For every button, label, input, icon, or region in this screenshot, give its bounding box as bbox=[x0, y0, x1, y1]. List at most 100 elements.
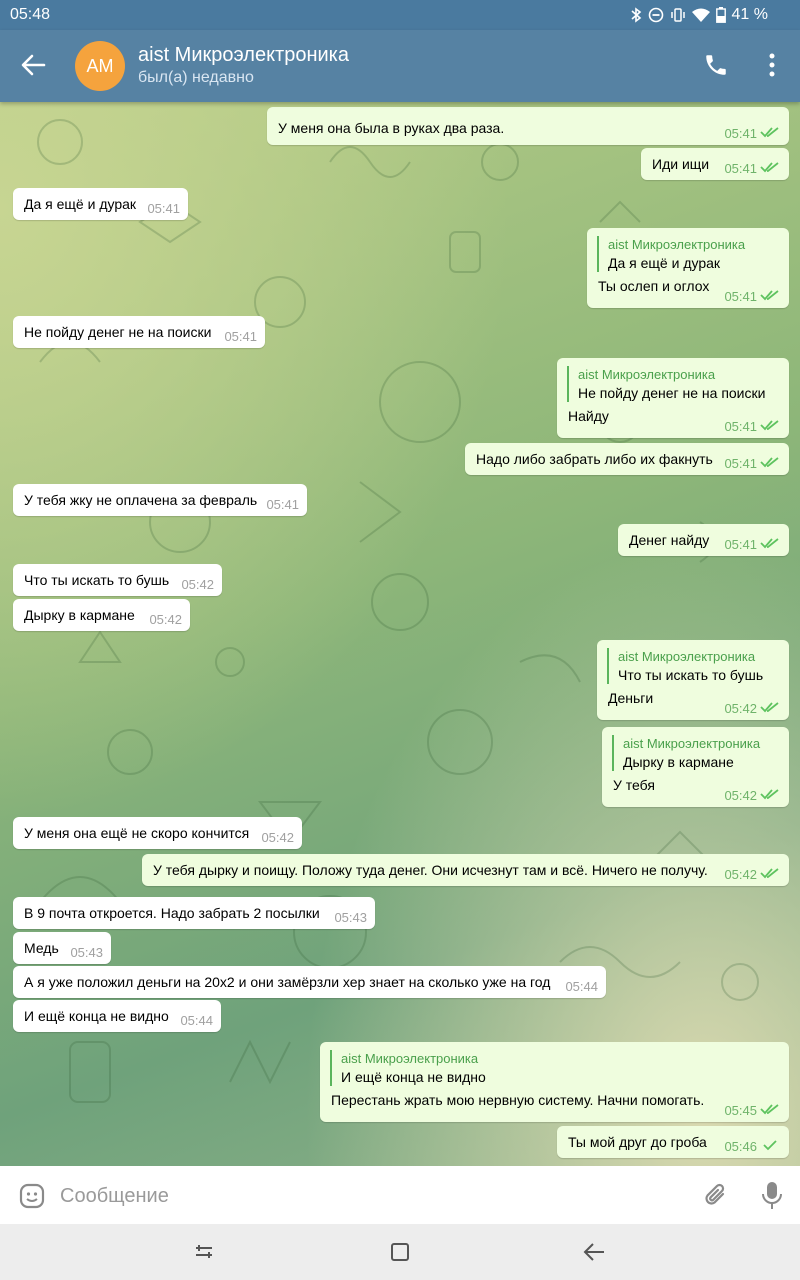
reply-quote[interactable]: aist Микроэлектроника Дырку в кармане bbox=[612, 735, 760, 771]
outgoing-message-bubble[interactable]: aist Микроэлектроника Да я ещё и дурак Ты … bbox=[587, 228, 789, 308]
message-input[interactable] bbox=[58, 1178, 682, 1214]
message-time: 05:41 bbox=[724, 289, 757, 304]
message-time: 05:46 bbox=[724, 1139, 757, 1154]
read-double-check-icon bbox=[760, 420, 779, 431]
more-vert-icon[interactable] bbox=[761, 52, 783, 78]
message-text: У меня она была в руках два раза. bbox=[278, 120, 505, 136]
message-time: 05:41 bbox=[724, 126, 757, 141]
message-time: 05:43 bbox=[70, 945, 103, 960]
reply-text: Что ты искать то бушь bbox=[618, 667, 764, 683]
message-time: 05:42 bbox=[181, 577, 214, 592]
chat-title[interactable]: aist Микроэлектроника bbox=[138, 44, 349, 67]
battery-icon bbox=[715, 7, 726, 23]
reply-text: Не пойду денег не на поиски bbox=[578, 385, 766, 401]
status-bar: 05:48 41 % bbox=[0, 0, 800, 30]
message-time: 05:43 bbox=[334, 910, 367, 925]
reply-quote[interactable]: aist Микроэлектроника Не пойду денег не н… bbox=[567, 366, 765, 402]
read-double-check-icon bbox=[760, 1104, 779, 1115]
bluetooth-icon bbox=[631, 7, 641, 23]
message-text: У тебя жку не оплачена за февраль bbox=[24, 492, 258, 508]
phone-icon[interactable] bbox=[703, 52, 729, 78]
wifi-icon bbox=[691, 8, 710, 22]
message-text: Найду bbox=[568, 408, 609, 424]
read-double-check-icon bbox=[760, 290, 779, 301]
message-time: 05:45 bbox=[724, 1103, 757, 1118]
message-text: Перестань жрать мою нервную систему. Нач… bbox=[331, 1092, 705, 1108]
home-icon[interactable] bbox=[389, 1241, 411, 1263]
message-text: У тебя bbox=[613, 777, 655, 793]
back-icon[interactable] bbox=[582, 1241, 606, 1263]
incoming-message-bubble[interactable]: И ещё конца не видно 05:44 bbox=[13, 1000, 221, 1032]
read-double-check-icon bbox=[760, 702, 779, 713]
message-text: В 9 почта откроется. Надо забрать 2 посы… bbox=[24, 905, 320, 921]
outgoing-message-bubble[interactable]: aist Микроэлектроника Что ты искать то бу… bbox=[597, 640, 789, 720]
message-text: Денег найду bbox=[629, 532, 710, 548]
incoming-message-bubble[interactable]: В 9 почта откроется. Надо забрать 2 посы… bbox=[13, 897, 375, 929]
message-time: 05:41 bbox=[147, 201, 180, 216]
battery-level: 41 % bbox=[731, 6, 768, 23]
message-time: 05:41 bbox=[224, 329, 257, 344]
message-time: 05:41 bbox=[266, 497, 299, 512]
reply-text: Дырку в кармане bbox=[623, 754, 734, 770]
read-double-check-icon bbox=[760, 457, 779, 468]
status-icons: 41 % bbox=[630, 6, 768, 24]
incoming-message-bubble[interactable]: Медь 05:43 bbox=[13, 932, 111, 964]
message-text: Что ты искать то бушь bbox=[24, 572, 170, 588]
message-time: 05:42 bbox=[261, 830, 294, 845]
message-text: Ты мой друг до гроба bbox=[568, 1134, 707, 1150]
message-text: Ты ослеп и оглох bbox=[598, 278, 710, 294]
message-time: 05:42 bbox=[724, 788, 757, 803]
read-double-check-icon bbox=[760, 789, 779, 800]
incoming-message-bubble[interactable]: У тебя жку не оплачена за февраль 05:41 bbox=[13, 484, 307, 516]
message-text: Дырку в кармане bbox=[24, 607, 135, 623]
reply-quote[interactable]: aist Микроэлектроника И ещё конца не видн… bbox=[330, 1050, 486, 1086]
message-text: И ещё конца не видно bbox=[24, 1008, 169, 1024]
message-text: Да я ещё и дурак bbox=[24, 196, 137, 212]
back-arrow-icon[interactable] bbox=[20, 52, 46, 78]
message-text: У меня она ещё не скоро кончится bbox=[24, 825, 250, 841]
message-text: Медь bbox=[24, 940, 59, 956]
message-time: 05:44 bbox=[180, 1013, 213, 1028]
outgoing-message-bubble[interactable]: aist Микроэлектроника Не пойду денег не н… bbox=[557, 358, 789, 438]
reply-author: aist Микроэлектроника bbox=[623, 736, 761, 751]
attach-icon[interactable] bbox=[702, 1182, 730, 1210]
reply-text: Да я ещё и дурак bbox=[608, 255, 721, 271]
incoming-message-bubble[interactable]: А я уже положил деньги на 20x2 и они зам… bbox=[13, 966, 606, 998]
reply-text: И ещё конца не видно bbox=[341, 1069, 486, 1085]
recent-apps-icon[interactable] bbox=[193, 1242, 215, 1262]
message-time: 05:41 bbox=[724, 537, 757, 552]
message-time: 05:41 bbox=[724, 419, 757, 434]
avatar[interactable]: AM bbox=[75, 41, 125, 91]
outgoing-message-bubble[interactable]: У меня она была в руках два раза. 05:41 bbox=[267, 107, 789, 145]
outgoing-message-bubble[interactable]: Иди ищи 05:41 bbox=[641, 148, 789, 180]
incoming-message-bubble[interactable]: Что ты искать то бушь 05:42 bbox=[13, 564, 222, 596]
message-text: Надо либо забрать либо их факнуть bbox=[476, 451, 713, 467]
mic-icon[interactable] bbox=[760, 1180, 784, 1210]
outgoing-message-bubble[interactable]: Денег найду 05:41 bbox=[618, 524, 789, 556]
incoming-message-bubble[interactable]: Да я ещё и дурак 05:41 bbox=[13, 188, 188, 220]
message-text: Иди ищи bbox=[652, 156, 710, 172]
message-time: 05:41 bbox=[724, 456, 757, 471]
incoming-message-bubble[interactable]: У меня она ещё не скоро кончится 05:42 bbox=[13, 817, 302, 849]
outgoing-message-bubble[interactable]: Ты мой друг до гроба 05:46 bbox=[557, 1126, 789, 1158]
incoming-message-bubble[interactable]: Не пойду денег не на поиски 05:41 bbox=[13, 316, 265, 348]
read-double-check-icon bbox=[760, 868, 779, 879]
reply-author: aist Микроэлектроника bbox=[608, 237, 746, 252]
read-double-check-icon bbox=[760, 538, 779, 549]
outgoing-message-bubble[interactable]: У тебя дырку и поищу. Положу туда денег.… bbox=[142, 854, 789, 886]
status-time: 05:48 bbox=[10, 6, 51, 23]
read-double-check-icon bbox=[760, 162, 779, 173]
message-list[interactable]: У меня она была в руках два раза. 05:41 Ид… bbox=[0, 102, 800, 1166]
message-composer bbox=[0, 1166, 800, 1224]
emoji-icon[interactable] bbox=[18, 1182, 46, 1210]
vibrate-icon bbox=[670, 8, 685, 22]
sent-check-icon bbox=[763, 1140, 777, 1151]
outgoing-message-bubble[interactable]: aist Микроэлектроника Дырку в кармане У те… bbox=[602, 727, 789, 807]
outgoing-message-bubble[interactable]: aist Микроэлектроника И ещё конца не видн… bbox=[320, 1042, 789, 1122]
incoming-message-bubble[interactable]: Дырку в кармане 05:42 bbox=[13, 599, 190, 631]
reply-quote[interactable]: aist Микроэлектроника Что ты искать то бу… bbox=[607, 648, 763, 684]
message-text: Не пойду денег не на поиски bbox=[24, 324, 212, 340]
reply-quote[interactable]: aist Микроэлектроника Да я ещё и дурак bbox=[597, 236, 745, 272]
outgoing-message-bubble[interactable]: Надо либо забрать либо их факнуть 05:41 bbox=[465, 443, 789, 475]
reply-author: aist Микроэлектроника bbox=[578, 367, 716, 382]
